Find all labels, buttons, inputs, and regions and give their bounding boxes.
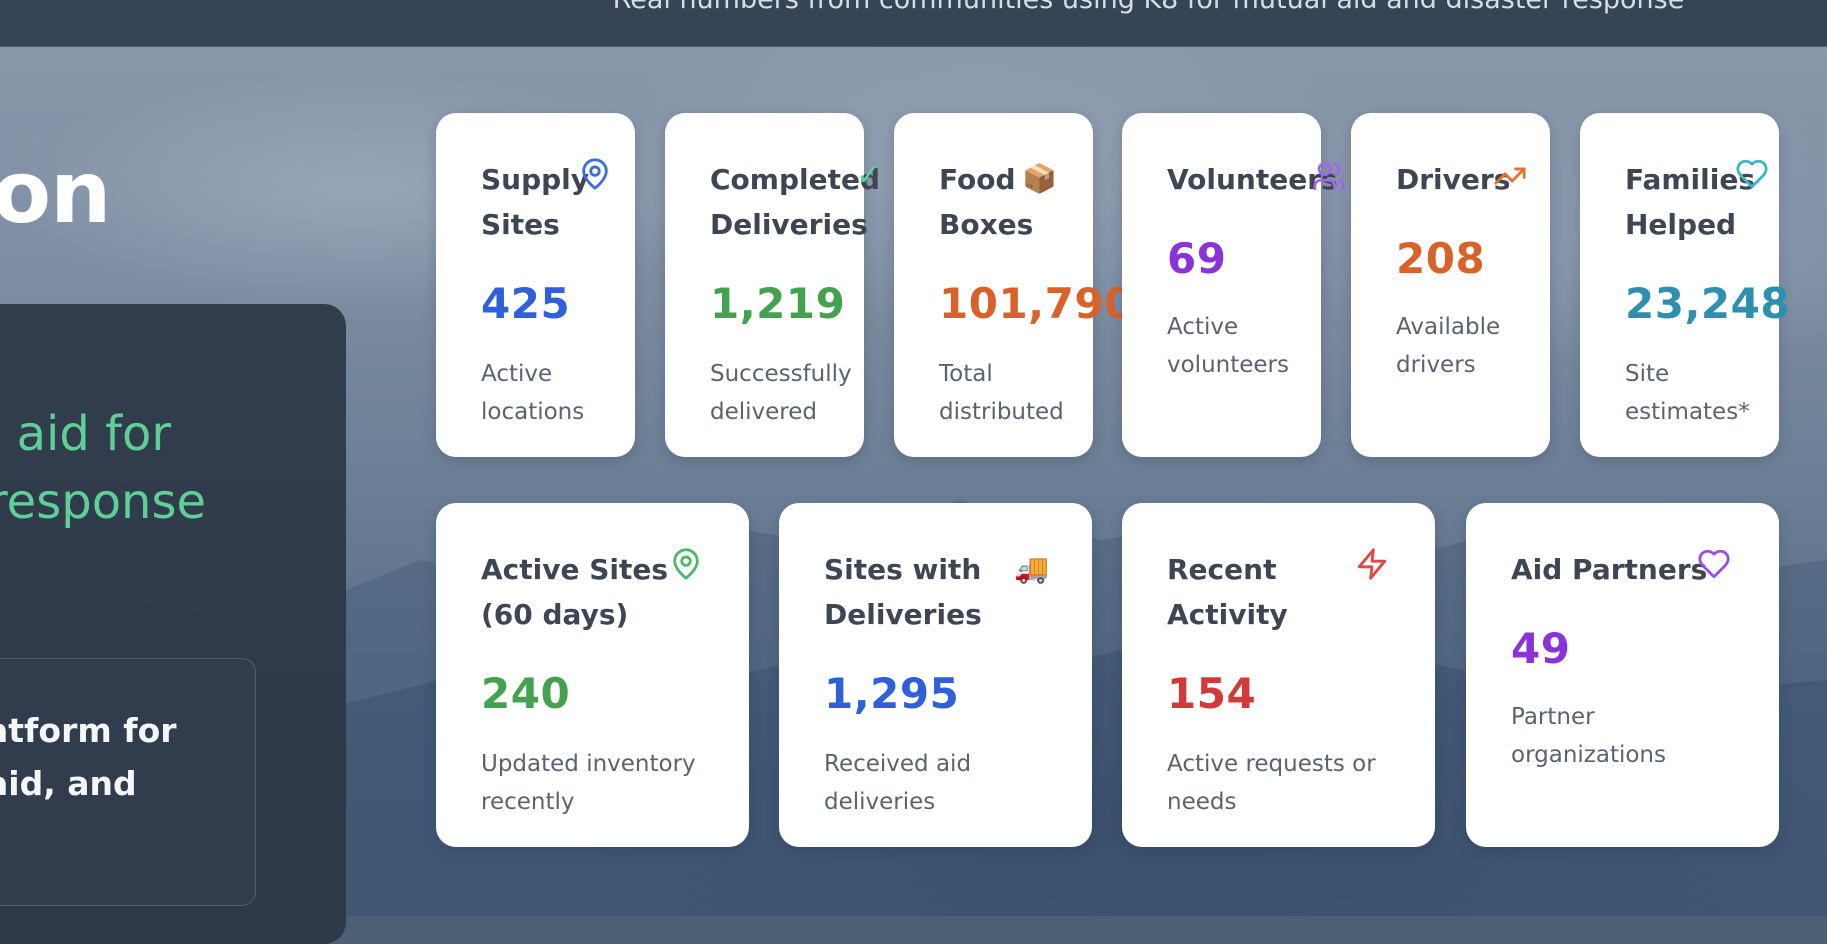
panel-headline: l aid for response . <box>0 400 207 580</box>
stat-description: Active requests or needs <box>1167 751 1376 815</box>
trending-up-icon <box>1493 159 1527 193</box>
stat-value: 425 <box>481 279 571 328</box>
stat-card-drivers: Drivers 208 Available drivers <box>1351 113 1550 457</box>
panel-headline-line: l aid for <box>0 406 172 462</box>
top-banner: Real numbers from communities using K8 f… <box>0 0 1827 47</box>
stat-description: Active locations <box>481 361 585 425</box>
panel-headline-line: . <box>0 532 206 580</box>
stat-label: Completed Deliveries <box>710 163 881 241</box>
package-icon: 📦 <box>1022 162 1057 195</box>
heart-icon <box>1697 547 1731 581</box>
hero-title: on <box>0 143 111 243</box>
stat-label: Aid Partners <box>1511 553 1708 586</box>
stat-label: Supply Sites <box>481 163 590 241</box>
stat-description: Site estimates* <box>1625 361 1750 425</box>
stat-card-recent-activity: Recent Activity 154 Active requests or nee… <box>1122 503 1435 847</box>
checkmark-icon: ✓ <box>856 158 882 193</box>
stat-label: Active Sites (60 days) <box>481 553 669 631</box>
stat-card-completed-deliveries: Completed Deliveries ✓ 1,219 Successfully… <box>665 113 881 457</box>
stat-value: 154 <box>1167 669 1257 718</box>
stat-description: Updated inventory recently <box>481 751 696 815</box>
stat-description: Successfully delivered <box>710 361 852 425</box>
stat-card-families-helped: Families Helped 23,248 Site estimates* <box>1580 113 1790 457</box>
panel-headline-line: response <box>0 474 207 530</box>
stat-value: 1,295 <box>824 669 960 718</box>
lightning-icon <box>1355 547 1389 581</box>
stat-label: Recent Activity <box>1167 553 1288 631</box>
stat-description: Partner organizations <box>1511 704 1666 768</box>
banner-subtitle: Real numbers from communities using K8 f… <box>0 0 1827 15</box>
stat-description: Available drivers <box>1396 314 1501 378</box>
stat-description: Total distributed <box>939 361 1064 425</box>
stat-value: 1,219 <box>710 279 846 328</box>
map-pin-icon <box>578 157 612 191</box>
panel-description: atform for aid, and <box>0 704 177 810</box>
stat-value: 101,790 <box>939 279 1134 328</box>
stat-card-supply-sites: Supply Sites 425 Active locations <box>436 113 635 457</box>
map-pin-icon <box>669 547 703 581</box>
stat-value: 49 <box>1511 624 1571 673</box>
panel-description-line: atform for <box>0 711 177 750</box>
stat-card-food-boxes: Food Boxes 📦 101,790 Total distributed <box>894 113 1133 457</box>
stat-value: 208 <box>1396 234 1486 283</box>
stat-label: Food Boxes <box>939 163 1034 241</box>
delivery-truck-icon: 🚚 <box>1014 552 1049 585</box>
stat-card-sites-with-deliveries: Sites with Deliveries 🚚 1,295 Received ai… <box>779 503 1092 847</box>
stat-card-volunteers: Volunteers 69 Active volunteers <box>1122 113 1345 457</box>
heart-icon <box>1735 157 1769 191</box>
stat-description: Active volunteers <box>1167 314 1289 378</box>
stat-value: 240 <box>481 669 571 718</box>
stat-description: Received aid deliveries <box>824 751 972 815</box>
stat-card-aid-partners: Aid Partners 49 Partner organizations <box>1466 503 1779 847</box>
stat-value: 23,248 <box>1625 279 1791 328</box>
panel-description-line: aid, and <box>0 764 137 803</box>
stat-label: Sites with Deliveries <box>824 553 982 631</box>
stat-value: 69 <box>1167 234 1227 283</box>
users-icon <box>1312 159 1346 193</box>
stat-card-active-sites: Active Sites (60 days) 240 Updated invent… <box>436 503 749 847</box>
